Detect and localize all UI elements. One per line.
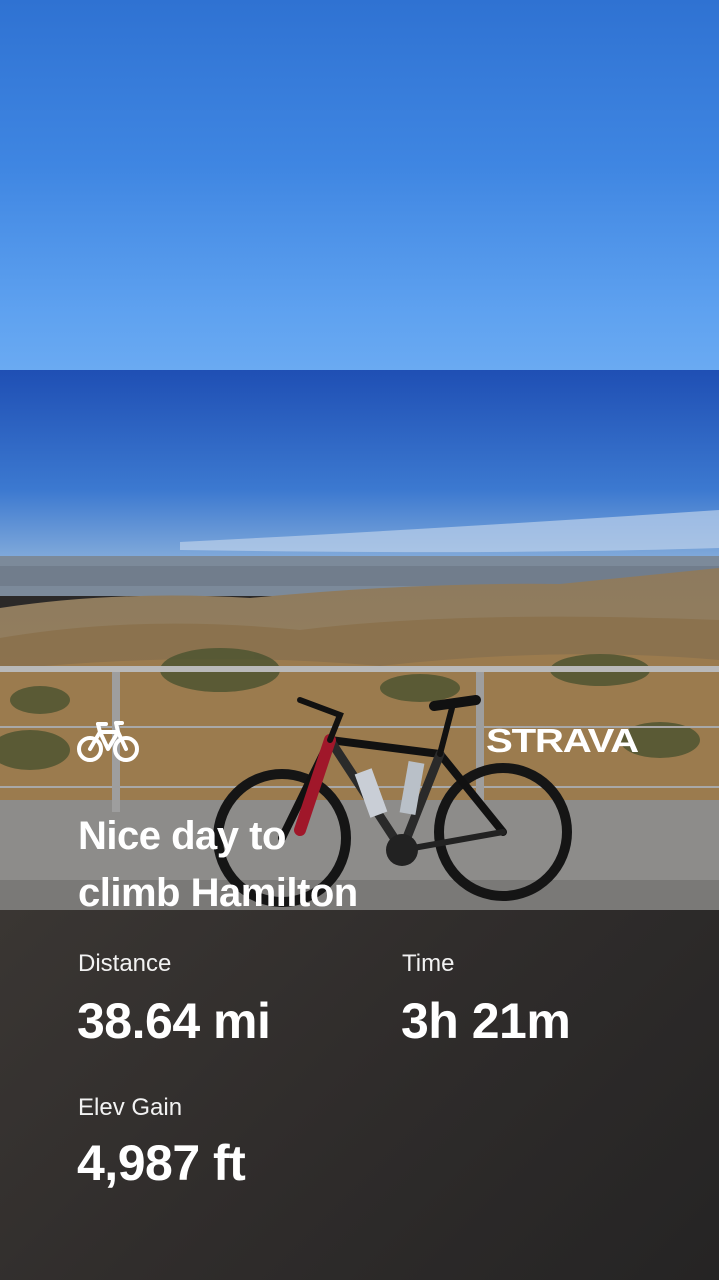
distance-value: 38.64 mi	[77, 993, 271, 1049]
distance-label: Distance	[78, 950, 172, 977]
activity-title-line2: climb Hamilton	[78, 871, 358, 915]
time-label: Time	[402, 950, 455, 977]
strava-wordmark: STRAVA	[486, 722, 638, 758]
activity-title: Nice day to climb Hamilton	[78, 808, 498, 922]
strava-logo: STRAVA	[486, 722, 639, 759]
elev-gain-label: Elev Gain	[78, 1094, 183, 1121]
time-value: 3h 21m	[401, 993, 571, 1049]
elev-gain-value: 4,987 ft	[77, 1135, 246, 1191]
activity-title-line1: Nice day to	[78, 814, 286, 858]
bicycle-icon	[76, 718, 140, 764]
sky-background	[0, 0, 719, 370]
